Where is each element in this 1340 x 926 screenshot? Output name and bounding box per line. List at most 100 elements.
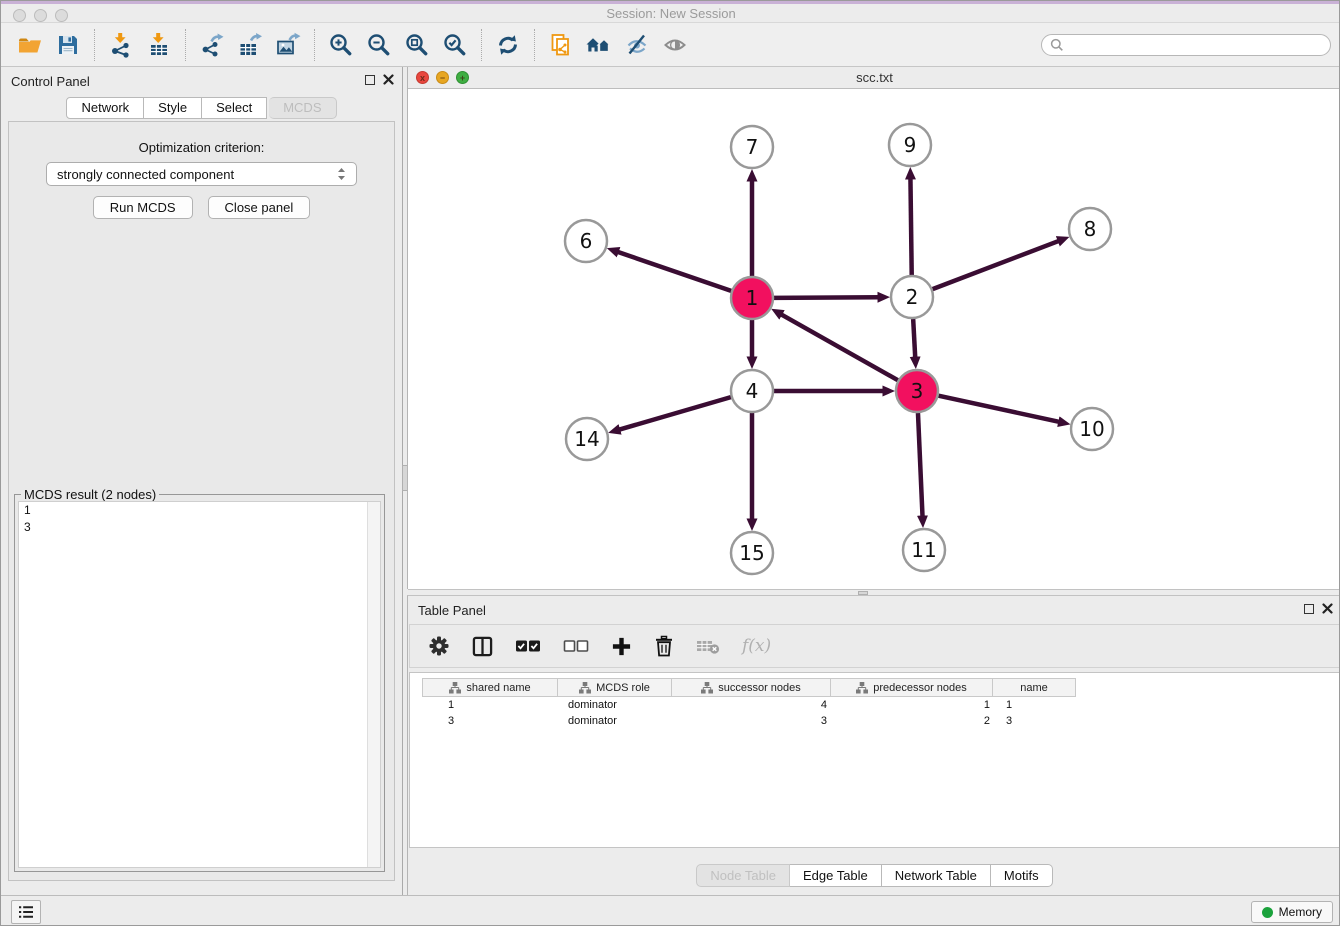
table-row[interactable]: 3dominator323 bbox=[422, 713, 1339, 729]
zoom-selected-icon[interactable] bbox=[436, 26, 474, 64]
tab-style[interactable]: Style bbox=[144, 97, 202, 119]
float-panel-icon[interactable] bbox=[365, 75, 375, 85]
memory-button[interactable]: Memory bbox=[1251, 901, 1333, 923]
graph-edge-2-8[interactable] bbox=[933, 240, 1061, 289]
task-list-icon bbox=[18, 905, 34, 919]
graph-edge-3-1[interactable] bbox=[780, 314, 898, 380]
network-title: scc.txt bbox=[408, 67, 1340, 88]
hide-graphics-icon[interactable] bbox=[618, 26, 656, 64]
table-options-icon[interactable] bbox=[428, 635, 450, 657]
mcds-result-list[interactable]: 13 bbox=[18, 501, 381, 868]
node-table: shared name MCDS role successor nodesprede… bbox=[409, 672, 1340, 848]
add-column-icon[interactable] bbox=[611, 636, 632, 657]
graph-node-15[interactable]: 15 bbox=[731, 532, 773, 574]
show-column-icon[interactable] bbox=[472, 636, 493, 657]
unselect-all-columns-icon[interactable] bbox=[563, 637, 589, 655]
save-session-icon[interactable] bbox=[49, 26, 87, 64]
sort-hierarchy-icon bbox=[701, 682, 713, 694]
cell-mcds_role: dominator bbox=[558, 697, 673, 713]
zoom-in-icon[interactable] bbox=[322, 26, 360, 64]
svg-text:3: 3 bbox=[911, 379, 924, 403]
tab-network[interactable]: Network bbox=[66, 97, 144, 119]
delete-table-icon[interactable] bbox=[696, 637, 720, 655]
graph-node-8[interactable]: 8 bbox=[1069, 208, 1111, 250]
graph-edge-1-2[interactable] bbox=[774, 297, 880, 298]
zoom-fit-icon[interactable] bbox=[398, 26, 436, 64]
status-bar: Memory bbox=[1, 895, 1340, 926]
import-network-icon[interactable] bbox=[102, 26, 140, 64]
float-panel-icon[interactable] bbox=[1304, 604, 1314, 614]
column-header-predecessor-nodes[interactable]: predecessor nodes bbox=[830, 678, 993, 697]
tab-edge-table[interactable]: Edge Table bbox=[790, 864, 882, 887]
svg-text:8: 8 bbox=[1084, 217, 1097, 241]
zoom-out-icon[interactable] bbox=[360, 26, 398, 64]
graph-node-7[interactable]: 7 bbox=[731, 126, 773, 168]
network-graph[interactable]: 7 9 6 8 1 2 4 3 14 10 15 11 bbox=[408, 89, 1340, 589]
graph-edge-1-6[interactable] bbox=[616, 251, 731, 290]
show-graphics-details-icon[interactable] bbox=[656, 26, 694, 64]
graph-edge-3-11[interactable] bbox=[918, 413, 923, 518]
mcds-result-title: MCDS result (2 nodes) bbox=[21, 487, 159, 502]
control-panel-title: Control Panel bbox=[11, 74, 90, 89]
task-history-button[interactable] bbox=[11, 900, 41, 924]
graph-edge-4-14[interactable] bbox=[618, 397, 731, 430]
graph-node-11[interactable]: 11 bbox=[903, 529, 945, 571]
close-panel-button[interactable]: Close panel bbox=[208, 196, 311, 219]
table-row[interactable]: 1dominator411 bbox=[422, 697, 1339, 713]
toolbar-separator bbox=[481, 29, 482, 61]
graph-node-3[interactable]: 3 bbox=[896, 370, 938, 412]
main-area: Control Panel NetworkStyleSelectMCDS Opt… bbox=[1, 67, 1340, 895]
export-network-icon[interactable] bbox=[193, 26, 231, 64]
svg-text:6: 6 bbox=[580, 229, 593, 253]
refresh-icon[interactable] bbox=[489, 26, 527, 64]
graph-node-9[interactable]: 9 bbox=[889, 124, 931, 166]
graph-node-10[interactable]: 10 bbox=[1071, 408, 1113, 450]
import-table-icon[interactable] bbox=[140, 26, 178, 64]
criterion-select[interactable]: strongly connected component bbox=[46, 162, 357, 186]
toolbar-separator bbox=[185, 29, 186, 61]
tab-network-table[interactable]: Network Table bbox=[882, 864, 991, 887]
column-header-label: MCDS role bbox=[596, 682, 650, 694]
close-panel-icon[interactable] bbox=[383, 74, 394, 85]
delete-columns-icon[interactable] bbox=[654, 635, 674, 657]
memory-label: Memory bbox=[1279, 905, 1322, 919]
graph-edge-2-3[interactable] bbox=[913, 319, 915, 359]
function-builder-icon[interactable]: f(x) bbox=[742, 636, 771, 656]
memory-status-icon bbox=[1262, 907, 1273, 918]
open-session-icon[interactable] bbox=[11, 26, 49, 64]
tab-mcds[interactable]: MCDS bbox=[269, 97, 336, 119]
search-input[interactable] bbox=[1069, 38, 1322, 52]
tab-node-table[interactable]: Node Table bbox=[696, 864, 790, 887]
search-field[interactable] bbox=[1041, 34, 1331, 56]
export-image-icon[interactable] bbox=[269, 26, 307, 64]
first-neighbors-icon[interactable] bbox=[580, 26, 618, 64]
graph-node-1[interactable]: 1 bbox=[731, 277, 773, 319]
control-panel: Control Panel NetworkStyleSelectMCDS Opt… bbox=[1, 67, 402, 895]
sort-hierarchy-icon bbox=[579, 682, 591, 694]
column-header-MCDS-role[interactable]: MCDS role bbox=[557, 678, 672, 697]
graph-node-6[interactable]: 6 bbox=[565, 220, 607, 262]
graph-node-14[interactable]: 14 bbox=[566, 418, 608, 460]
graph-node-2[interactable]: 2 bbox=[891, 276, 933, 318]
result-scrollbar[interactable] bbox=[367, 502, 380, 867]
export-table-icon[interactable] bbox=[231, 26, 269, 64]
graph-edge-3-10[interactable] bbox=[938, 396, 1060, 423]
column-header-successor-nodes[interactable]: successor nodes bbox=[671, 678, 831, 697]
copy-style-icon[interactable] bbox=[542, 26, 580, 64]
session-title: Session: New Session bbox=[1, 4, 1340, 23]
network-canvas[interactable]: 7 9 6 8 1 2 4 3 14 10 15 11 bbox=[408, 89, 1340, 589]
table-header-row: shared name MCDS role successor nodesprede… bbox=[422, 678, 1339, 697]
table-panel: Table Panel bbox=[407, 595, 1340, 895]
svg-text:7: 7 bbox=[746, 135, 759, 159]
table-body: 1dominator4113dominator323 bbox=[410, 697, 1339, 729]
column-header-shared-name[interactable]: shared name bbox=[422, 678, 558, 697]
select-all-columns-icon[interactable] bbox=[515, 637, 541, 655]
tab-motifs[interactable]: Motifs bbox=[991, 864, 1053, 887]
graph-edge-2-9[interactable] bbox=[910, 177, 911, 275]
close-panel-icon[interactable] bbox=[1322, 603, 1333, 614]
column-header-label: name bbox=[1020, 682, 1048, 694]
run-mcds-button[interactable]: Run MCDS bbox=[93, 196, 193, 219]
graph-node-4[interactable]: 4 bbox=[731, 370, 773, 412]
tab-select[interactable]: Select bbox=[202, 97, 267, 119]
column-header-name[interactable]: name bbox=[992, 678, 1076, 697]
